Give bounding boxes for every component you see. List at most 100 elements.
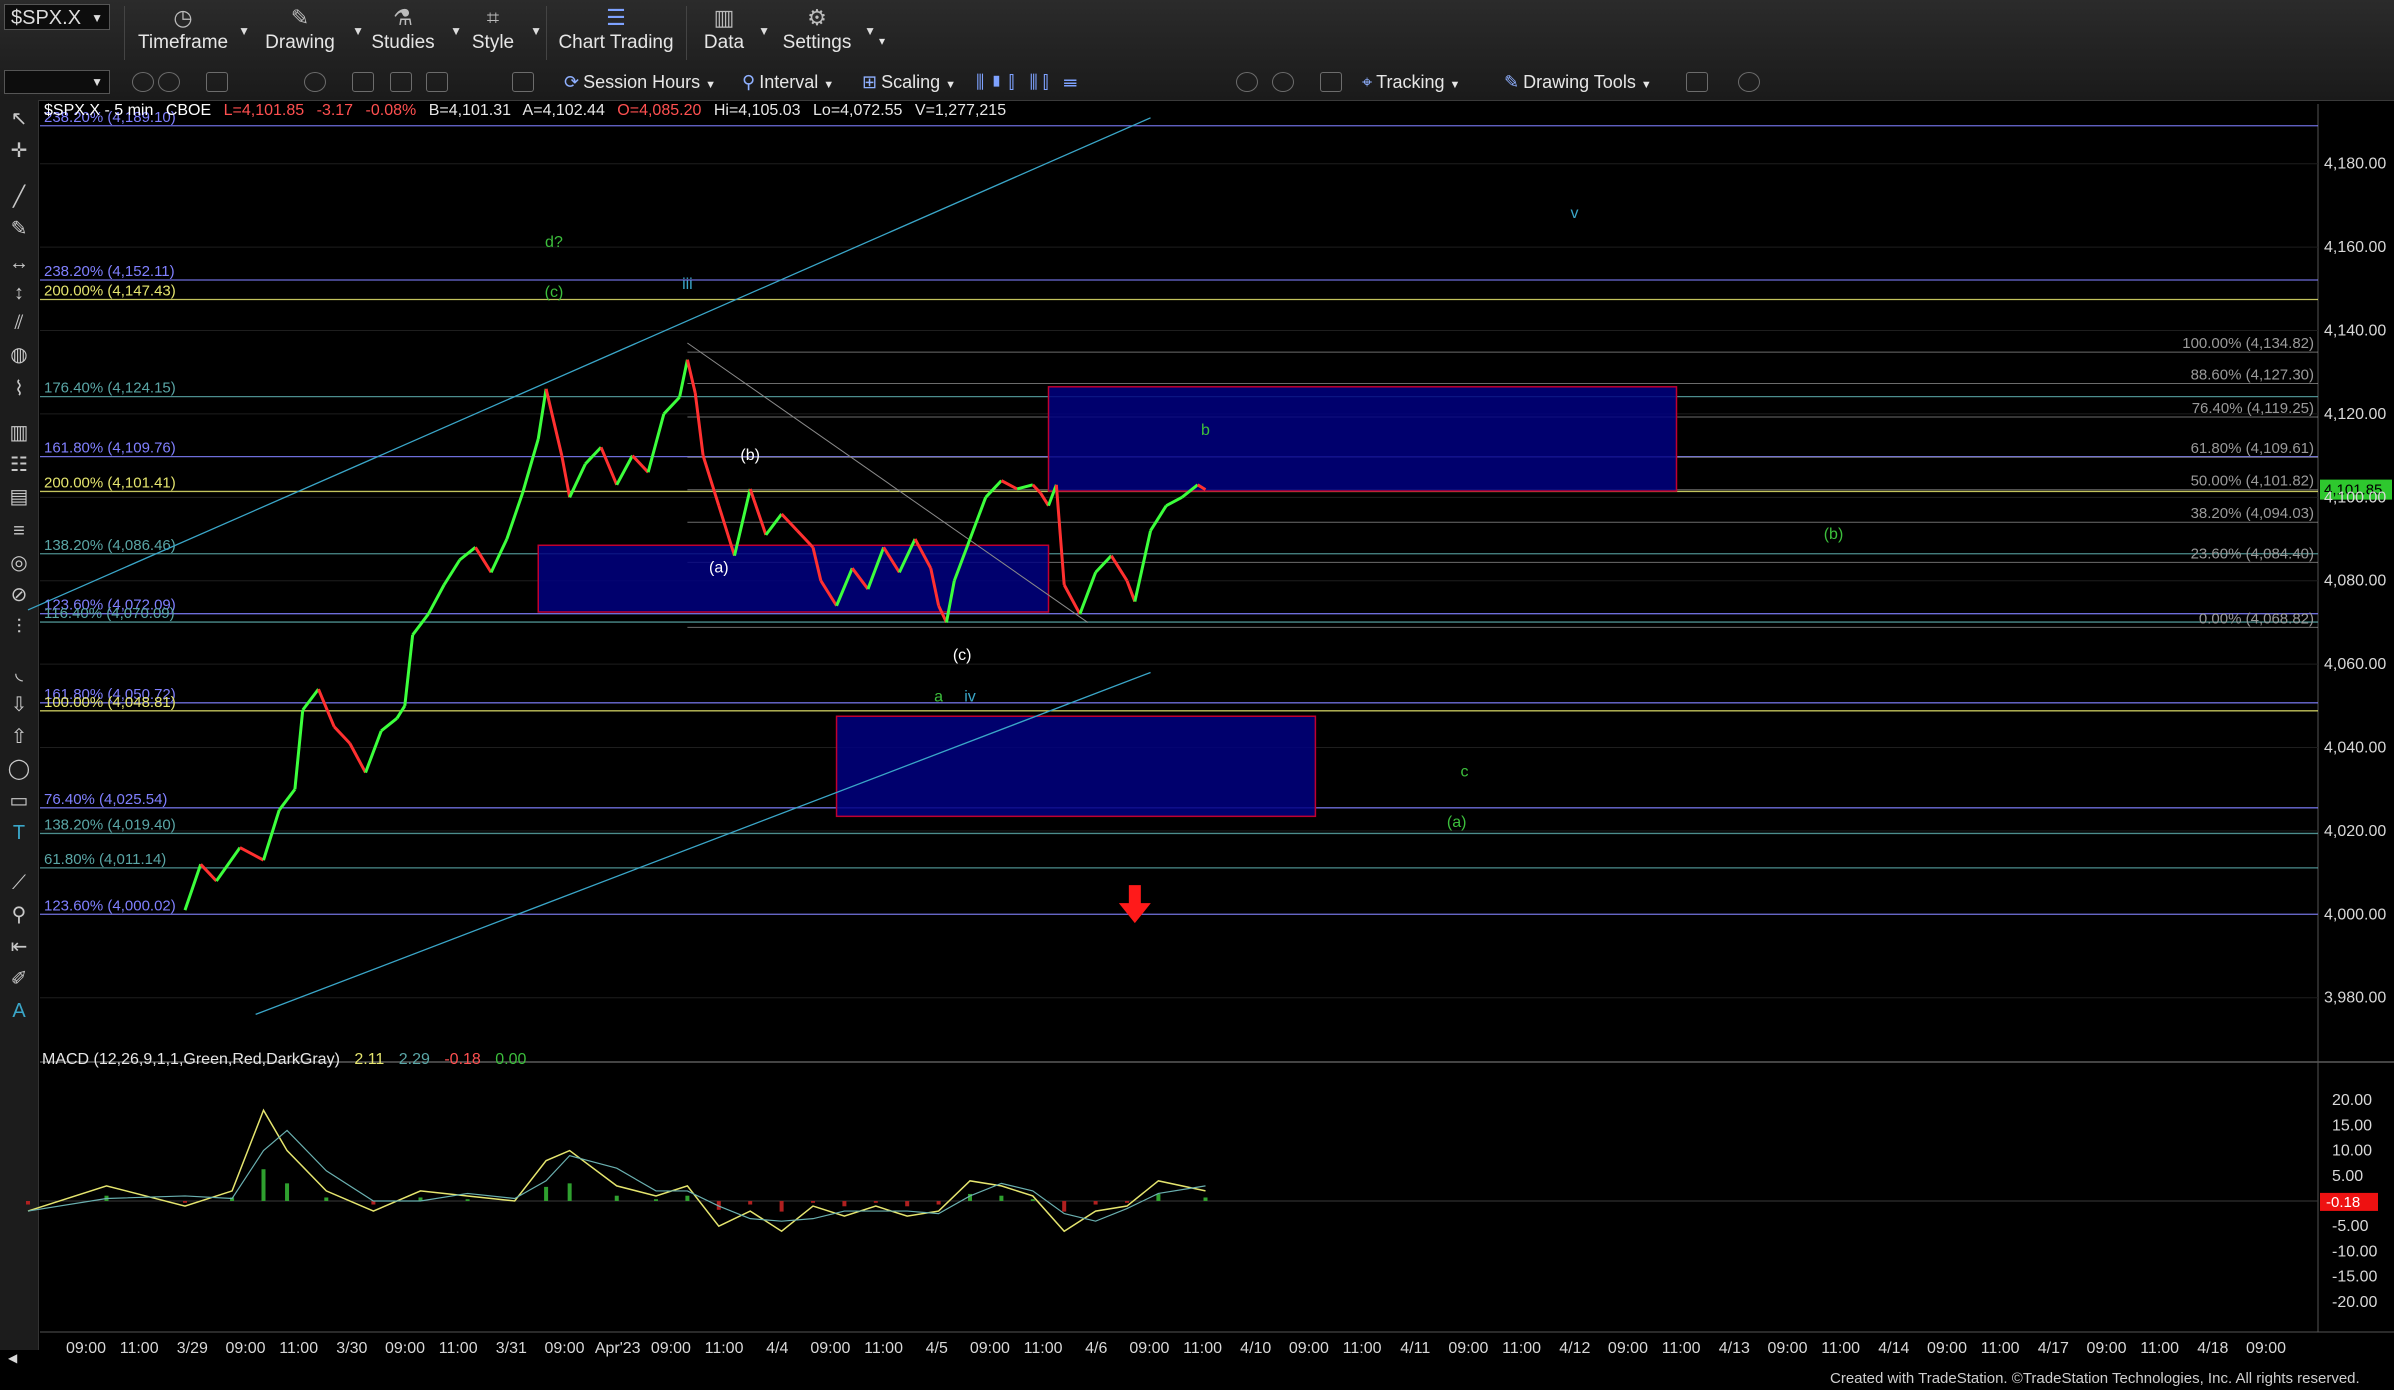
macd-histogram-bar: [614, 1195, 619, 1201]
circle-tool-icon[interactable]: [132, 72, 154, 92]
macd-histogram-bar: [748, 1201, 753, 1205]
macd-pane-background: [40, 1066, 2318, 1330]
time-tick-label: 09:00: [2246, 1340, 2286, 1357]
drawing-tools-dropdown[interactable]: ✎ Drawing Tools ▼: [1504, 70, 1652, 94]
fib-label: 123.60% (4,000.02): [44, 897, 176, 914]
drawing-button[interactable]: ✎ Drawing ▼: [258, 2, 364, 62]
time-tick-label: 4/11: [1400, 1340, 1430, 1357]
interval-dropdown[interactable]: ⚲ Interval ▼: [742, 70, 834, 94]
macd-tick-label: 20.00: [2332, 1092, 2372, 1109]
price-chart[interactable]: 238.20% (4,189.10)238.20% (4,152.11)200.…: [0, 100, 2394, 1370]
header-open: O=4,085.20: [617, 102, 701, 119]
settings-button[interactable]: ⚙ Settings ▼: [780, 2, 876, 62]
price-tick-label: 4,060.00: [2324, 656, 2386, 673]
interval-input[interactable]: ▼: [4, 70, 110, 94]
price-tick-label: 4,140.00: [2324, 323, 2386, 340]
time-tick-label: Apr'23: [595, 1340, 641, 1357]
session-hours-dropdown[interactable]: ⟳ Session Hours ▼: [564, 70, 716, 94]
time-tick-label: 4/10: [1240, 1340, 1271, 1357]
save-icon[interactable]: [390, 72, 412, 92]
time-tick-label: 4/18: [2197, 1340, 2228, 1357]
wave-label: iii: [682, 276, 693, 293]
header-pct: -0.08%: [366, 102, 417, 119]
bar-chart-icon: ▥: [713, 5, 735, 30]
time-tick-label: 11:00: [1662, 1340, 1701, 1357]
zoom-in-icon[interactable]: [1236, 72, 1258, 92]
interval-icon: ⚲: [742, 72, 756, 92]
tracking-dropdown[interactable]: ⌖ Tracking ▼: [1362, 70, 1460, 94]
symbol-selector[interactable]: $SPX.X ▼: [4, 4, 110, 30]
refresh-icon[interactable]: [304, 72, 326, 92]
header-symbol: $SPX.X - 5 min: [44, 102, 153, 119]
time-tick-label: 11:00: [1343, 1340, 1382, 1357]
chart-trading-button[interactable]: ☰ Chart Trading: [558, 2, 674, 62]
time-tick-label: 11:00: [1821, 1340, 1860, 1357]
drawing-tools-icon: ✎: [1504, 72, 1520, 92]
macd-signal: 2.29: [399, 1051, 430, 1068]
pen-icon: ✎: [290, 5, 310, 30]
candle-type-icons[interactable]: ⫼ ▮ ⫿ ⫼ ⫿ ☰: [976, 70, 1077, 94]
retrace-label: 38.20% (4,094.03): [2191, 505, 2314, 522]
macd-tick-label: 15.00: [2332, 1117, 2372, 1134]
wave-label: a: [934, 689, 943, 706]
time-tick-label: 3/31: [496, 1340, 527, 1357]
time-tick-label: 4/13: [1719, 1340, 1750, 1357]
macd-histogram-bar: [183, 1201, 187, 1203]
style-label: Style: [471, 32, 515, 53]
macd-histogram-bar: [873, 1201, 878, 1203]
time-tick-label: 09:00: [970, 1340, 1010, 1357]
macd-tick-label: -20.00: [2332, 1294, 2377, 1311]
top-toolbar: $SPX.X ▼ ◷ Timeframe ▼ ✎ Drawing ▼ ⚗ Stu…: [0, 0, 2394, 101]
retrace-label: 76.40% (4,119.25): [2192, 400, 2314, 417]
time-tick-label: 09:00: [810, 1340, 850, 1357]
macd-histogram-bar: [811, 1201, 815, 1203]
copyright-footer: Created with TradeStation. ©TradeStation…: [1830, 1370, 2360, 1387]
time-tick-label: 09:00: [385, 1340, 425, 1357]
fib-label: 200.00% (4,101.41): [44, 474, 176, 491]
time-axis[interactable]: 09:00 11:00 3/29 09:00 11:00 3/30 09:00 11:00 3/…: [8, 1340, 2286, 1365]
search-icon[interactable]: [352, 72, 374, 92]
studies-label: Studies: [371, 32, 435, 53]
macd-histogram-bar: [261, 1169, 266, 1201]
macd-histogram-bar: [567, 1183, 572, 1201]
zoom-out-icon[interactable]: [1272, 72, 1294, 92]
symbol-text: $SPX.X: [11, 7, 82, 29]
macd-tick-label: 10.00: [2332, 1143, 2372, 1160]
scaling-dropdown[interactable]: ⊞ Scaling ▼: [862, 70, 956, 94]
price-tick-label: 4,100.00: [2324, 489, 2386, 506]
fib-label: 138.20% (4,086.46): [44, 537, 176, 554]
export-icon[interactable]: [1686, 72, 1708, 92]
macd-histogram-bar: [685, 1195, 690, 1201]
retrace-label: 50.00% (4,101.82): [2191, 473, 2314, 490]
macd-label: MACD (12,26,9,1,1,Green,Red,DarkGray): [42, 1051, 340, 1068]
style-button[interactable]: ⌗ Style ▼: [466, 2, 542, 62]
fib-label: 138.20% (4,019.40): [44, 816, 176, 833]
macd-histogram-bar: [1125, 1201, 1129, 1203]
time-tick-label: 4/6: [1085, 1340, 1107, 1357]
chart-header: $SPX.X - 5 min CBOE L=4,101.85 -3.17 -0.…: [44, 102, 1006, 119]
circle-tool-icon[interactable]: [158, 72, 180, 92]
wave-label: (a): [709, 559, 729, 576]
timeframe-button[interactable]: ◷ Timeframe ▼: [138, 2, 250, 62]
time-tick-label: 09:00: [1129, 1340, 1169, 1357]
price-axis[interactable]: 4,180.00 4,160.00 4,140.00 4,120.00 4,100.00…: [2324, 156, 2386, 1007]
macd-histogram-bar: [324, 1197, 329, 1201]
time-tick-label: 3/29: [177, 1340, 208, 1357]
time-tick-label: 11:00: [864, 1340, 903, 1357]
window-icon[interactable]: [206, 72, 228, 92]
macd-tick-label: -15.00: [2332, 1269, 2377, 1286]
price-tick-label: 4,080.00: [2324, 573, 2386, 590]
fib-label: 76.40% (4,025.54): [44, 791, 167, 808]
link-icon[interactable]: [426, 72, 448, 92]
macd-value: 2.11: [354, 1051, 384, 1068]
grid-view-icon[interactable]: [1320, 72, 1342, 92]
studies-button[interactable]: ⚗ Studies ▼: [366, 2, 462, 62]
price-tick-label: 4,180.00: [2324, 156, 2386, 173]
time-tick-label: 11:00: [1981, 1340, 2020, 1357]
cloud-icon[interactable]: [1738, 72, 1760, 92]
macd-histogram-bar: [936, 1201, 941, 1205]
data-button[interactable]: ▥ Data ▼: [700, 2, 770, 62]
retrace-label: 88.60% (4,127.30): [2191, 366, 2314, 383]
fib-label: 161.80% (4,109.76): [44, 440, 176, 457]
grid-icon[interactable]: [512, 72, 534, 92]
